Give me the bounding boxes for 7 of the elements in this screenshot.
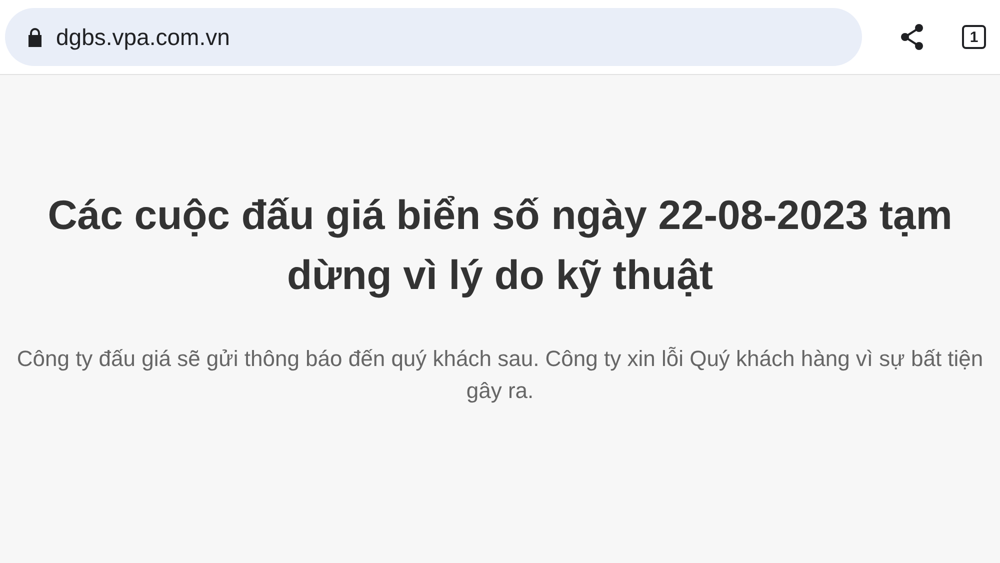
- notice-text: Công ty đấu giá sẽ gửi thông báo đến quý khách sau. Công ty xin lỗi Quý khách hàng vì sự bất tiện gây ra.: [16, 345, 984, 405]
- page-heading: Các cuộc đấu giá biển số ngày 22-08-2023 tạm dừng vì lý do kỹ thuật: [46, 191, 954, 300]
- address-bar[interactable]: dgbs.vpa.com.vn: [5, 8, 862, 66]
- share-icon[interactable]: [900, 24, 924, 50]
- tab-count-button[interactable]: 1: [962, 25, 986, 49]
- lock-icon: [27, 27, 43, 47]
- url-text: dgbs.vpa.com.vn: [56, 24, 230, 50]
